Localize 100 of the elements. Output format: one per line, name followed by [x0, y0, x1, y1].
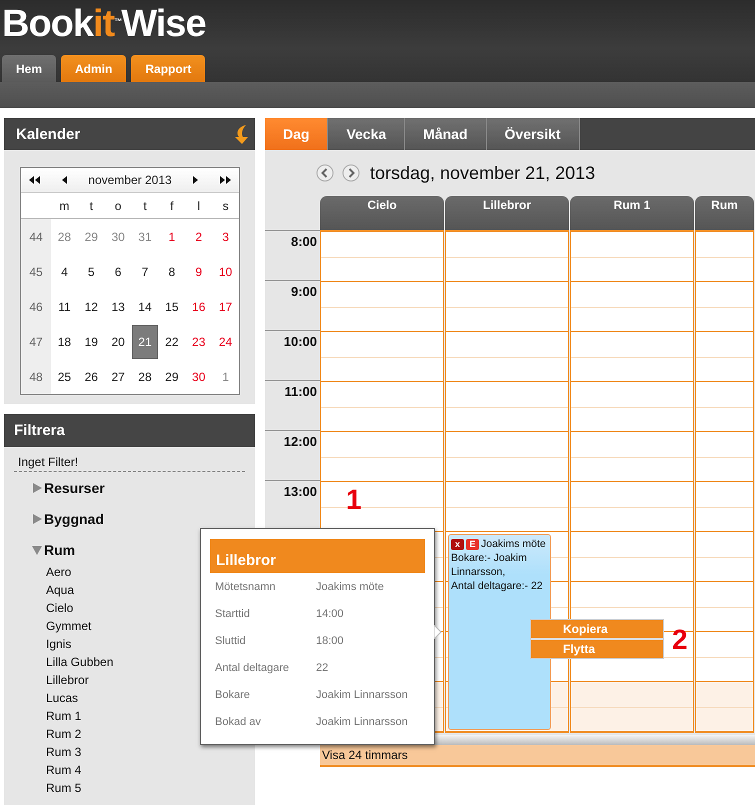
day-cell[interactable]: 24 — [212, 324, 239, 358]
room-item[interactable]: Ignis — [46, 635, 72, 653]
weekday-label: t — [88, 198, 94, 212]
room-item[interactable]: Lucas — [46, 689, 78, 707]
weekday-label: o — [114, 198, 122, 212]
day-cell[interactable]: 11 — [51, 290, 78, 324]
day-cell[interactable]: 3 — [212, 220, 239, 254]
day-cell[interactable]: 6 — [105, 254, 132, 288]
day-cell[interactable]: 1 — [158, 220, 185, 254]
room-column-header: Cielo — [320, 196, 444, 230]
day-cell[interactable]: 10 — [212, 254, 239, 288]
day-cell[interactable]: 23 — [186, 324, 212, 358]
date-title: torsdag, november 21, 2013 — [370, 162, 596, 184]
day-cell[interactable]: 22 — [158, 324, 185, 358]
view-tab[interactable]: Översikt — [486, 118, 580, 150]
week-number: 45 — [29, 264, 43, 278]
day-cell[interactable]: 29 — [158, 360, 185, 394]
double-left-arrow-icon[interactable] — [29, 176, 40, 184]
weekday-label: m — [58, 198, 70, 212]
room-column-header: Rum 1 — [570, 196, 694, 230]
popup-label: Mötetsnamn — [215, 580, 277, 592]
double-right-arrow-icon[interactable] — [220, 176, 231, 184]
popup-value: Joakim Linnarsson — [316, 688, 408, 700]
collapsed-triangle-icon[interactable] — [32, 482, 42, 492]
day-cell[interactable]: 28 — [51, 220, 78, 254]
day-cell[interactable]: 27 — [105, 360, 132, 394]
day-cell[interactable]: 30 — [186, 360, 212, 394]
next-circle-icon[interactable] — [342, 164, 360, 182]
day-cell[interactable]: 9 — [186, 254, 212, 288]
room-item[interactable]: Rum 5 — [46, 779, 82, 797]
day-cell[interactable]: 25 — [51, 360, 78, 394]
view-tab[interactable]: Vecka — [328, 118, 406, 150]
event-action-button[interactable]: x — [451, 538, 464, 550]
popup-label: Bokare — [215, 688, 251, 700]
day-cell[interactable]: 14 — [132, 290, 158, 324]
room-item[interactable]: Lillebror — [46, 671, 89, 689]
filter-group[interactable]: Byggnad — [44, 510, 104, 526]
left-arrow-icon[interactable] — [62, 176, 67, 184]
day-cell[interactable]: 2 — [186, 220, 212, 254]
filter-status: Inget Filter! — [14, 455, 245, 472]
weekday-label: t — [142, 198, 148, 212]
day-cell[interactable]: 20 — [105, 324, 132, 358]
view-tab[interactable]: Månad — [405, 118, 487, 150]
week-number: 44 — [29, 230, 43, 244]
popup-value: Joakims möte — [316, 580, 384, 592]
panel-title: Kalender — [16, 126, 80, 142]
time-label: 11:00 — [284, 384, 317, 399]
room-item[interactable]: Aero — [46, 563, 72, 581]
room-item[interactable]: Rum 1 — [46, 707, 82, 725]
time-label: 8:00 — [290, 234, 317, 249]
collapsed-triangle-icon[interactable] — [32, 514, 42, 524]
room-item[interactable]: Lilla Gubben — [46, 653, 114, 671]
day-cell[interactable]: 7 — [132, 254, 158, 288]
show-24h-bar[interactable]: Visa 24 timmars — [320, 745, 755, 767]
popup-label: Sluttid — [215, 634, 247, 646]
day-cell[interactable]: 21 — [132, 324, 158, 358]
previous-circle-icon[interactable] — [316, 164, 334, 182]
room-item[interactable]: Cielo — [46, 599, 74, 617]
room-item[interactable]: Rum 4 — [46, 761, 82, 779]
room-item[interactable]: Gymmet — [46, 617, 92, 635]
time-label: 13:00 — [284, 484, 317, 499]
day-cell[interactable]: 1 — [212, 360, 239, 394]
room-item[interactable]: Rum 3 — [46, 743, 82, 761]
day-cell[interactable]: 13 — [105, 290, 132, 324]
day-cell[interactable]: 4 — [51, 254, 78, 288]
right-arrow-icon[interactable] — [193, 176, 198, 184]
room-column-header: Lillebror — [445, 196, 569, 230]
day-cell[interactable]: 18 — [51, 324, 78, 358]
day-cell[interactable]: 5 — [78, 254, 104, 288]
popup-value: 18:00 — [316, 634, 344, 646]
annotation-number: 1 — [346, 486, 362, 514]
nav-tab[interactable]: Hem — [2, 55, 56, 82]
day-cell[interactable]: 17 — [212, 290, 239, 324]
filter-group[interactable]: Rum — [44, 542, 76, 558]
day-cell[interactable]: 29 — [78, 220, 104, 254]
panel-title: Filtrera — [14, 422, 65, 439]
room-item[interactable]: Rum 2 — [46, 725, 82, 743]
filter-group[interactable]: Resurser — [44, 480, 105, 496]
popup-value: 14:00 — [316, 608, 344, 620]
day-cell[interactable]: 30 — [105, 220, 132, 254]
popup-title: Lillebror — [210, 539, 425, 573]
weekday-label: f — [169, 198, 175, 212]
popup-label: Starttid — [215, 608, 251, 620]
day-cell[interactable]: 28 — [132, 360, 158, 394]
annotation-number: 2 — [672, 626, 688, 654]
day-cell[interactable]: 12 — [78, 290, 104, 324]
event-action-button[interactable]: E — [466, 538, 479, 550]
popup-value: Joakim Linnarsson — [316, 716, 408, 728]
day-cell[interactable]: 19 — [78, 324, 104, 358]
day-cell[interactable]: 26 — [78, 360, 104, 394]
time-label: 10:00 — [284, 334, 317, 349]
booking-title: Joakims möte — [481, 537, 546, 551]
booking-block[interactable]: x E Joakims möte Bokare:- Joakim Linnarsson, Antal deltagare:- 22 — [448, 534, 551, 730]
day-cell[interactable]: 8 — [158, 254, 185, 288]
day-cell[interactable]: 31 — [132, 220, 158, 254]
room-item[interactable]: Aqua — [46, 581, 74, 599]
expanded-triangle-icon[interactable] — [32, 544, 42, 554]
curved-arrow-icon[interactable] — [233, 124, 249, 144]
day-cell[interactable]: 16 — [186, 290, 212, 324]
day-cell[interactable]: 15 — [158, 290, 185, 324]
